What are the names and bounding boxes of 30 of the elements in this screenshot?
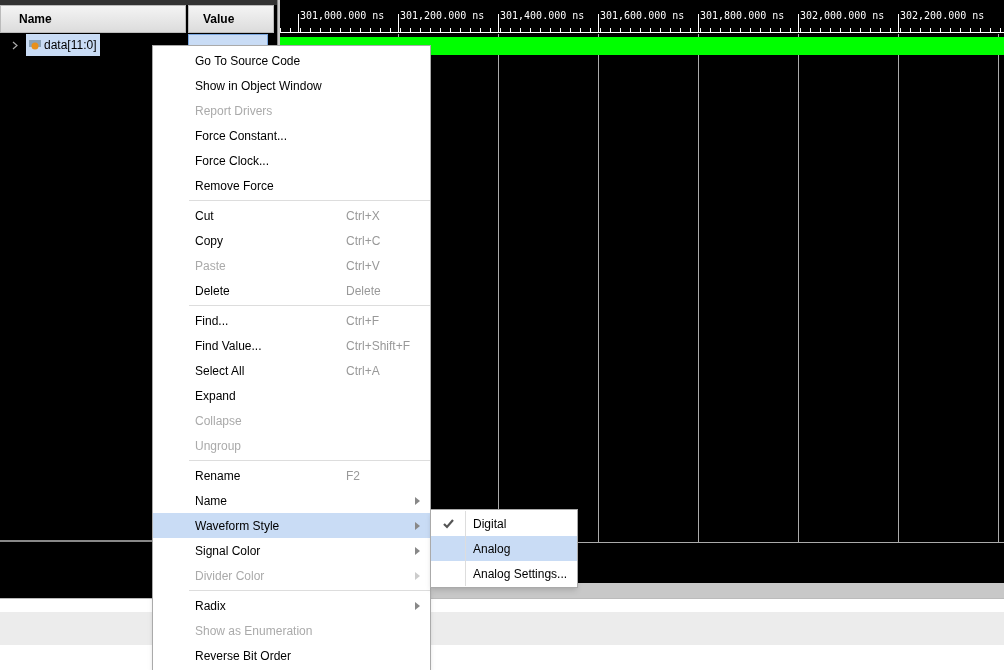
menu-item[interactable]: Waveform Style	[153, 513, 430, 538]
menu-item[interactable]: Delete Delete	[153, 278, 430, 303]
menu-item[interactable]: Remove Force	[153, 173, 430, 198]
menu-item[interactable]: Expand	[153, 383, 430, 408]
menu-item[interactable]: Analog Settings...	[431, 561, 577, 586]
menu-item[interactable]: Rename F2	[153, 463, 430, 488]
time-label: 302,200.000 ns	[900, 9, 985, 23]
bus-icon	[29, 39, 41, 51]
menu-item[interactable]: Radix	[153, 593, 430, 618]
menu-item[interactable]: Go To Source Code	[153, 48, 430, 73]
menu-item[interactable]: Select All Ctrl+A	[153, 358, 430, 383]
menu-item[interactable]: Find... Ctrl+F	[153, 308, 430, 333]
time-label: 301,000.000 ns	[300, 9, 385, 23]
menu-item[interactable]: Find Value... Ctrl+Shift+F	[153, 333, 430, 358]
menu-item[interactable]: Analog	[431, 536, 577, 561]
menu-item[interactable]: Copy Ctrl+C	[153, 228, 430, 253]
column-header[interactable]: Value	[188, 5, 274, 33]
time-label: 301,200.000 ns	[400, 9, 485, 23]
menu-item[interactable]: Signal Color	[153, 538, 430, 563]
menu-item[interactable]: Show in Object Window	[153, 73, 430, 98]
menu-item[interactable]: Name	[153, 488, 430, 513]
column-header[interactable]: Name	[0, 5, 186, 33]
time-label: 302,000.000 ns	[800, 9, 885, 23]
menu-item[interactable]: Force Constant...	[153, 123, 430, 148]
time-label: 301,600.000 ns	[600, 9, 685, 23]
menu-item[interactable]: Force Clock...	[153, 148, 430, 173]
menu-item[interactable]: Cut Ctrl+X	[153, 203, 430, 228]
time-label: 301,400.000 ns	[500, 9, 585, 23]
time-label: 301,800.000 ns	[700, 9, 785, 23]
menu-item[interactable]: Reverse Bit Order	[153, 643, 430, 668]
